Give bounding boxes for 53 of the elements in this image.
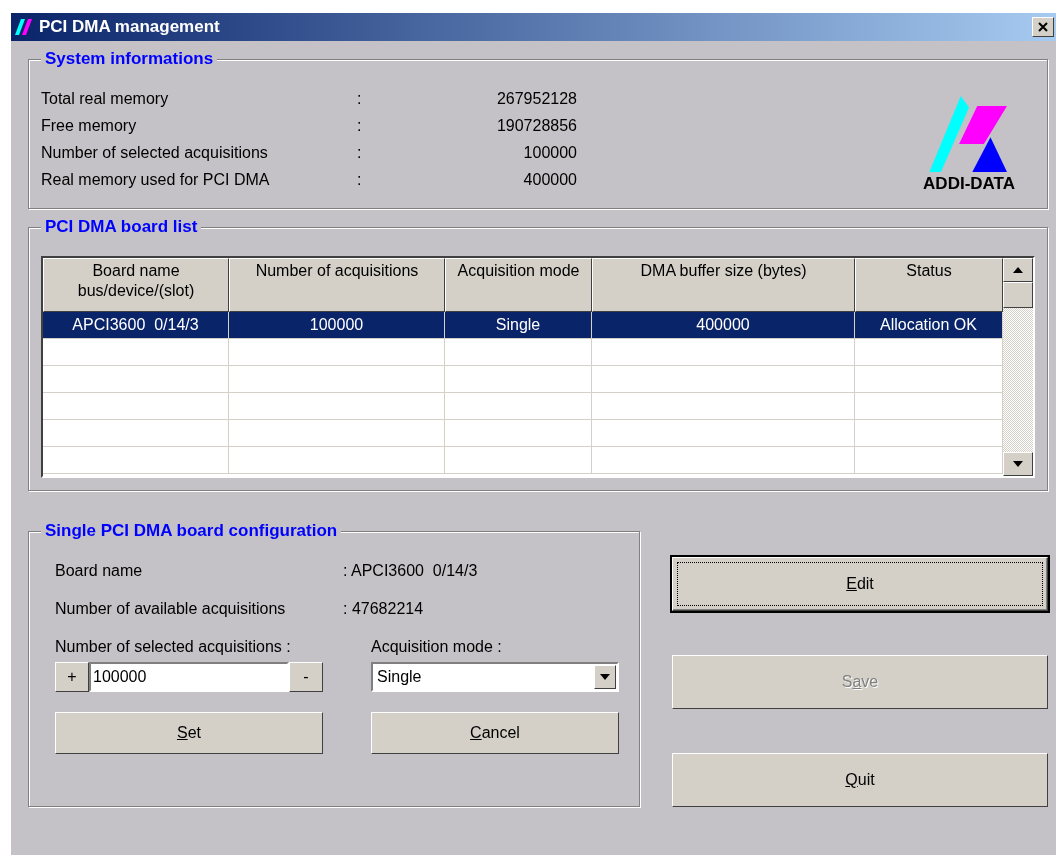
down-arrow-icon <box>600 674 610 680</box>
column-header[interactable]: DMA buffer size (bytes) <box>592 258 855 312</box>
scroll-thumb[interactable] <box>1003 282 1033 308</box>
info-value: 400000 <box>522 170 577 190</box>
field-label: Acquisition mode : <box>371 638 503 656</box>
table-cell: 100000 <box>229 312 445 339</box>
separator: : <box>357 170 363 190</box>
field-label: Board name <box>55 562 144 580</box>
column-header[interactable]: Board name bus/device/(slot) <box>43 258 229 312</box>
column-header[interactable]: Number of acquisitions <box>229 258 445 312</box>
logo-text: ADDI-DATA <box>923 174 1015 194</box>
decrement-button[interactable]: - <box>289 662 323 692</box>
info-value: 190728856 <box>495 116 577 136</box>
field-value: : APCI3600 0/14/3 <box>343 562 479 580</box>
table-cell: 400000 <box>592 312 855 339</box>
close-button[interactable] <box>1032 17 1054 37</box>
up-arrow-icon <box>1013 267 1023 273</box>
scroll-down-button[interactable] <box>1003 452 1033 476</box>
field-label: Number of selected acquisitions : <box>55 638 292 656</box>
acquisitions-field[interactable]: 100000 <box>89 662 289 692</box>
down-arrow-icon <box>1013 461 1023 467</box>
info-value: 267952128 <box>495 89 577 109</box>
dropdown-value: Single <box>377 668 423 686</box>
separator: : <box>357 116 363 136</box>
info-label: Total real memory <box>41 89 170 109</box>
table-cell: APCI3600 0/14/3 <box>43 312 229 339</box>
table-cell: Single <box>445 312 592 339</box>
info-label: Free memory <box>41 116 138 136</box>
scrollbar[interactable] <box>1003 258 1033 476</box>
dialog-button[interactable]: Set <box>55 712 323 754</box>
increment-button[interactable]: + <box>55 662 89 692</box>
group-title: Single PCI DMA board configuration <box>41 521 342 541</box>
close-icon <box>1038 22 1048 32</box>
column-header[interactable]: Acquisition mode <box>445 258 592 312</box>
logo-icon <box>929 96 1010 172</box>
info-label: Number of selected acquisitions <box>41 143 269 163</box>
separator: : <box>357 143 363 163</box>
action-button[interactable]: Quit <box>672 753 1048 807</box>
action-button[interactable]: Edit <box>672 557 1048 611</box>
info-label: Real memory used for PCI DMA <box>41 170 271 190</box>
dialog-button[interactable]: Cancel <box>371 712 619 754</box>
column-header[interactable]: Status <box>855 258 1003 312</box>
app-icon <box>15 17 35 37</box>
info-value: 100000 <box>522 143 577 163</box>
dropdown-button[interactable] <box>594 665 616 689</box>
table-cell: Allocation OK <box>855 312 1003 339</box>
field-label: Number of available acquisitions <box>55 600 287 618</box>
field-value: : 47682214 <box>343 600 425 618</box>
scroll-up-button[interactable] <box>1003 258 1033 282</box>
window-title: PCI DMA management <box>39 17 221 37</box>
mode-dropdown[interactable]: Single <box>371 662 619 692</box>
separator: : <box>357 89 363 109</box>
group-title: System informations <box>41 49 218 69</box>
